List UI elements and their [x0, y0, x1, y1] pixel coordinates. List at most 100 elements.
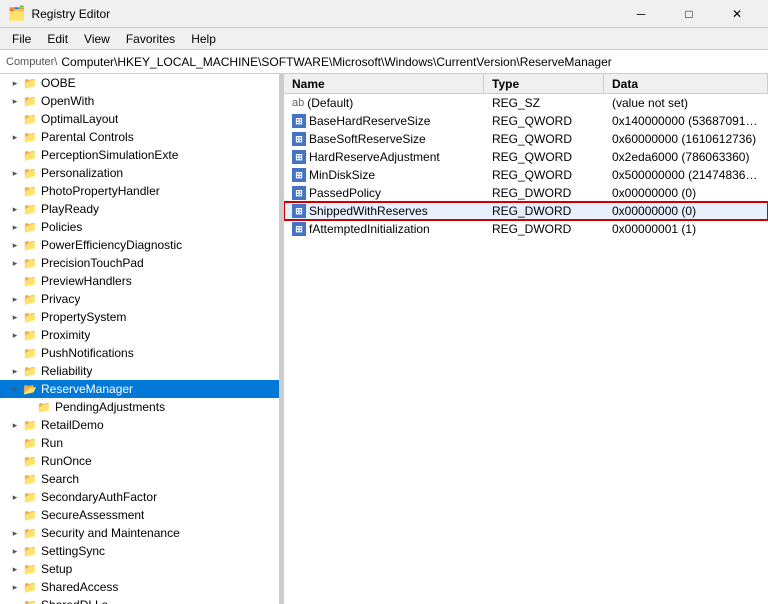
reg-name-cell: ⊞PassedPolicy: [284, 186, 484, 200]
tree-item-label: Reliability: [41, 364, 92, 378]
tree-item[interactable]: OOBE: [0, 74, 279, 92]
reg-binary-icon: ⊞: [292, 132, 306, 146]
tree-item-label: Policies: [41, 220, 82, 234]
tree-item-label: SharedDLLs: [41, 598, 108, 604]
expand-arrow[interactable]: [8, 310, 22, 324]
address-bar: Computer\ Computer\HKEY_LOCAL_MACHINE\SO…: [0, 50, 768, 74]
expand-arrow[interactable]: [8, 238, 22, 252]
tree-item[interactable]: Setup: [0, 560, 279, 578]
registry-row[interactable]: ⊞HardReserveAdjustmentREG_QWORD0x2eda600…: [284, 148, 768, 166]
tree-item[interactable]: PlayReady: [0, 200, 279, 218]
tree-item-label: SecureAssessment: [41, 508, 144, 522]
tree-item[interactable]: Parental Controls: [0, 128, 279, 146]
tree-item-label: SharedAccess: [41, 580, 118, 594]
registry-row[interactable]: ⊞PassedPolicyREG_DWORD0x00000000 (0): [284, 184, 768, 202]
tree-item[interactable]: PhotoPropertyHandler: [0, 182, 279, 200]
tree-item[interactable]: PrecisionTouchPad: [0, 254, 279, 272]
folder-icon: [22, 256, 38, 270]
expand-arrow[interactable]: [8, 562, 22, 576]
tree-item[interactable]: Security and Maintenance: [0, 524, 279, 542]
maximize-button[interactable]: □: [666, 0, 712, 28]
expand-arrow[interactable]: [8, 490, 22, 504]
folder-icon: [22, 94, 38, 108]
tree-item[interactable]: RunOnce: [0, 452, 279, 470]
folder-icon: [22, 544, 38, 558]
registry-row[interactable]: ⊞BaseSoftReserveSizeREG_QWORD0x60000000 …: [284, 130, 768, 148]
expand-arrow[interactable]: [8, 256, 22, 270]
expand-arrow[interactable]: [8, 202, 22, 216]
folder-icon: [22, 436, 38, 450]
tree-item-label: Run: [41, 436, 63, 450]
tree-item[interactable]: OptimalLayout: [0, 110, 279, 128]
tree-item[interactable]: SharedDLLs: [0, 596, 279, 604]
folder-icon: [22, 328, 38, 342]
tree-item[interactable]: Policies: [0, 218, 279, 236]
tree-item[interactable]: SecureAssessment: [0, 506, 279, 524]
menu-help[interactable]: Help: [183, 30, 224, 48]
tree-item[interactable]: PropertySystem: [0, 308, 279, 326]
main-content: OOBEOpenWithOptimalLayoutParental Contro…: [0, 74, 768, 604]
expand-arrow[interactable]: [8, 94, 22, 108]
reg-name-cell: ab(Default): [284, 96, 484, 110]
tree-item[interactable]: PreviewHandlers: [0, 272, 279, 290]
folder-icon: [22, 580, 38, 594]
menu-favorites[interactable]: Favorites: [118, 30, 183, 48]
folder-icon: [22, 274, 38, 288]
folder-icon: [36, 400, 52, 414]
tree-item[interactable]: SharedAccess: [0, 578, 279, 596]
registry-row[interactable]: ab(Default)REG_SZ(value not set): [284, 94, 768, 112]
expand-arrow[interactable]: [8, 418, 22, 432]
tree-panel[interactable]: OOBEOpenWithOptimalLayoutParental Contro…: [0, 74, 280, 604]
tree-item[interactable]: SettingSync: [0, 542, 279, 560]
registry-row[interactable]: ⊞ShippedWithReservesREG_DWORD0x00000000 …: [284, 202, 768, 220]
registry-row[interactable]: ⊞fAttemptedInitializationREG_DWORD0x0000…: [284, 220, 768, 238]
reg-type-cell: REG_DWORD: [484, 204, 604, 218]
tree-item[interactable]: ReserveManager: [0, 380, 279, 398]
expand-arrow[interactable]: [8, 382, 22, 396]
reg-binary-icon: ⊞: [292, 150, 306, 164]
reg-name-cell: ⊞BaseSoftReserveSize: [284, 132, 484, 146]
col-header-data[interactable]: Data: [604, 74, 768, 93]
tree-item[interactable]: SecondaryAuthFactor: [0, 488, 279, 506]
expand-arrow[interactable]: [8, 220, 22, 234]
expand-arrow[interactable]: [8, 544, 22, 558]
menu-view[interactable]: View: [76, 30, 118, 48]
expand-arrow[interactable]: [8, 580, 22, 594]
address-path[interactable]: Computer\HKEY_LOCAL_MACHINE\SOFTWARE\Mic…: [61, 55, 611, 69]
reg-name-cell: ⊞HardReserveAdjustment: [284, 150, 484, 164]
expand-arrow[interactable]: [8, 166, 22, 180]
folder-icon: [22, 292, 38, 306]
minimize-button[interactable]: ─: [618, 0, 664, 28]
close-button[interactable]: ✕: [714, 0, 760, 28]
folder-icon: [22, 220, 38, 234]
tree-item[interactable]: RetailDemo: [0, 416, 279, 434]
tree-item[interactable]: PowerEfficiencyDiagnostic: [0, 236, 279, 254]
registry-row[interactable]: ⊞BaseHardReserveSizeREG_QWORD0x140000000…: [284, 112, 768, 130]
tree-item-label: PreviewHandlers: [41, 274, 132, 288]
menu-file[interactable]: File: [4, 30, 39, 48]
expand-arrow[interactable]: [8, 292, 22, 306]
expand-arrow[interactable]: [8, 526, 22, 540]
expand-arrow[interactable]: [8, 130, 22, 144]
tree-item[interactable]: Privacy: [0, 290, 279, 308]
expand-arrow[interactable]: [8, 328, 22, 342]
tree-item[interactable]: Personalization: [0, 164, 279, 182]
reg-data-cell: 0x00000000 (0): [604, 204, 768, 218]
expand-arrow[interactable]: [8, 364, 22, 378]
tree-item[interactable]: Proximity: [0, 326, 279, 344]
col-header-type[interactable]: Type: [484, 74, 604, 93]
reg-name-cell: ⊞ShippedWithReserves: [284, 204, 484, 218]
tree-item[interactable]: PendingAdjustments: [0, 398, 279, 416]
tree-item[interactable]: Reliability: [0, 362, 279, 380]
expand-arrow[interactable]: [8, 76, 22, 90]
col-header-name[interactable]: Name: [284, 74, 484, 93]
tree-item[interactable]: PushNotifications: [0, 344, 279, 362]
registry-row[interactable]: ⊞MinDiskSizeREG_QWORD0x500000000 (214748…: [284, 166, 768, 184]
data-panel[interactable]: ab(Default)REG_SZ(value not set)⊞BaseHar…: [284, 94, 768, 604]
tree-item[interactable]: PerceptionSimulationExte: [0, 146, 279, 164]
tree-item[interactable]: OpenWith: [0, 92, 279, 110]
tree-item[interactable]: Run: [0, 434, 279, 452]
menu-edit[interactable]: Edit: [39, 30, 76, 48]
tree-item[interactable]: Search: [0, 470, 279, 488]
reg-data-cell: 0x2eda6000 (786063360): [604, 150, 768, 164]
